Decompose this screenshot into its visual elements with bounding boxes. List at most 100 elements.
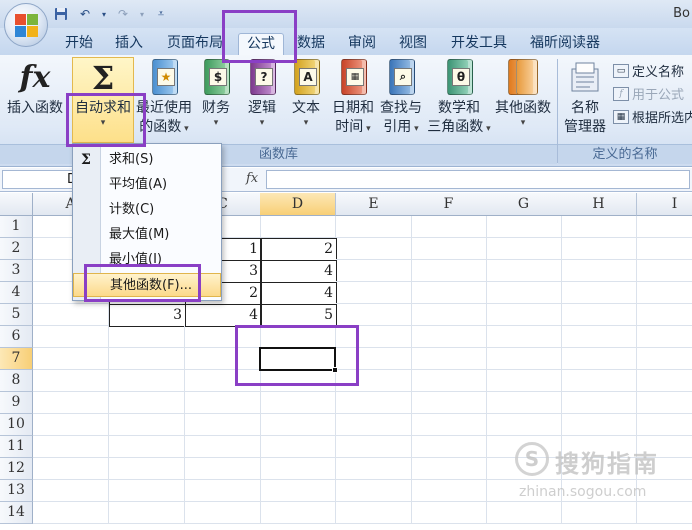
financial-button[interactable]: $ 财务 ▾ <box>194 57 238 128</box>
cell-b9[interactable] <box>109 392 185 414</box>
select-all-corner[interactable] <box>0 193 33 216</box>
cell-c9[interactable] <box>185 392 261 414</box>
cell-i2[interactable] <box>637 238 692 260</box>
cell-i14[interactable] <box>637 502 692 524</box>
cell-e13[interactable] <box>336 480 412 502</box>
cell-i10[interactable] <box>637 414 692 436</box>
cell-c13[interactable] <box>185 480 261 502</box>
column-header-e[interactable]: E <box>336 193 412 216</box>
row-header-8[interactable]: 8 <box>0 370 33 392</box>
save-icon[interactable] <box>52 5 70 23</box>
cell-d6[interactable] <box>260 326 336 348</box>
tab-foxit-reader[interactable]: 福昕阅读器 <box>526 33 604 55</box>
row-header-4[interactable]: 4 <box>0 282 33 304</box>
cell-h1[interactable] <box>561 216 637 238</box>
cell-g7[interactable] <box>486 348 562 370</box>
cell-f4[interactable] <box>411 282 487 304</box>
cell-b8[interactable] <box>109 370 185 392</box>
insert-function-button[interactable]: fx 插入函数 <box>2 57 68 118</box>
define-name-button[interactable]: ▭ 定义名称 <box>613 61 684 80</box>
date-time-button[interactable]: ▦ 日期和 时间 ▾ <box>330 57 376 137</box>
cell-i1[interactable] <box>637 216 692 238</box>
tab-view[interactable]: 视图 <box>394 33 432 55</box>
cell-e3[interactable] <box>336 260 412 282</box>
cell-e10[interactable] <box>336 414 412 436</box>
cell-e12[interactable] <box>336 458 412 480</box>
cell-i3[interactable] <box>637 260 692 282</box>
autosum-button[interactable]: Σ 自动求和 ▾ <box>72 57 134 128</box>
use-in-formula-button[interactable]: f 用于公式 <box>613 84 684 103</box>
cell-a10[interactable] <box>33 414 109 436</box>
cell-b11[interactable] <box>109 436 185 458</box>
row-header-3[interactable]: 3 <box>0 260 33 282</box>
cell-e14[interactable] <box>336 502 412 524</box>
cell-a14[interactable] <box>33 502 109 524</box>
cell-g8[interactable] <box>486 370 562 392</box>
redo-dropdown-icon[interactable]: ▾ <box>138 5 146 23</box>
cell-a5[interactable] <box>33 304 109 326</box>
menu-item-min[interactable]: 最小值(I) <box>73 248 221 272</box>
cell-f2[interactable] <box>411 238 487 260</box>
cell-h6[interactable] <box>561 326 637 348</box>
tab-home[interactable]: 开始 <box>60 33 98 55</box>
cell-a12[interactable] <box>33 458 109 480</box>
cell-d11[interactable] <box>260 436 336 458</box>
row-header-12[interactable]: 12 <box>0 458 33 480</box>
logical-button[interactable]: ? 逻辑 ▾ <box>242 57 282 128</box>
cell-g14[interactable] <box>486 502 562 524</box>
fill-handle[interactable] <box>332 367 338 373</box>
cell-g6[interactable] <box>486 326 562 348</box>
cell-d8[interactable] <box>260 370 336 392</box>
autosum-dropdown-icon[interactable]: ▾ <box>72 118 134 128</box>
cell-g4[interactable] <box>486 282 562 304</box>
cell-e11[interactable] <box>336 436 412 458</box>
cell-d2[interactable]: 2 <box>260 238 337 261</box>
cell-g10[interactable] <box>486 414 562 436</box>
column-header-g[interactable]: G <box>486 193 562 216</box>
cell-i4[interactable] <box>637 282 692 304</box>
cell-f8[interactable] <box>411 370 487 392</box>
insert-function-fx-icon[interactable]: fx <box>246 171 258 186</box>
cell-e6[interactable] <box>336 326 412 348</box>
cell-b7[interactable] <box>109 348 185 370</box>
cell-b10[interactable] <box>109 414 185 436</box>
cell-a9[interactable] <box>33 392 109 414</box>
row-header-5[interactable]: 5 <box>0 304 33 326</box>
column-header-i[interactable]: I <box>637 193 692 216</box>
tab-developer[interactable]: 开发工具 <box>446 33 512 55</box>
cell-g2[interactable] <box>486 238 562 260</box>
more-functions-button[interactable]: 其他函数 ▾ <box>492 57 554 128</box>
cell-e4[interactable] <box>336 282 412 304</box>
column-header-d[interactable]: D <box>260 193 336 216</box>
row-header-14[interactable]: 14 <box>0 502 33 524</box>
text-button[interactable]: A 文本 ▾ <box>286 57 326 128</box>
create-from-selection-button[interactable]: ▦ 根据所选内 <box>613 107 692 126</box>
cell-e5[interactable] <box>336 304 412 326</box>
cell-e1[interactable] <box>336 216 412 238</box>
cell-h7[interactable] <box>561 348 637 370</box>
cell-c10[interactable] <box>185 414 261 436</box>
cell-f7[interactable] <box>411 348 487 370</box>
cell-h8[interactable] <box>561 370 637 392</box>
cell-c5[interactable]: 4 <box>185 304 262 327</box>
cell-c6[interactable] <box>185 326 261 348</box>
cell-h9[interactable] <box>561 392 637 414</box>
cell-f5[interactable] <box>411 304 487 326</box>
cell-i6[interactable] <box>637 326 692 348</box>
cell-b12[interactable] <box>109 458 185 480</box>
cell-f13[interactable] <box>411 480 487 502</box>
cell-g3[interactable] <box>486 260 562 282</box>
cell-d14[interactable] <box>260 502 336 524</box>
cell-d12[interactable] <box>260 458 336 480</box>
menu-item-more-functions[interactable]: 其他函数(F)... <box>73 273 221 297</box>
row-header-6[interactable]: 6 <box>0 326 33 348</box>
cell-e9[interactable] <box>336 392 412 414</box>
recently-used-button[interactable]: ★ 最近使用 的函数 ▾ <box>134 57 194 137</box>
cell-g5[interactable] <box>486 304 562 326</box>
cell-i9[interactable] <box>637 392 692 414</box>
cell-f9[interactable] <box>411 392 487 414</box>
cell-f12[interactable] <box>411 458 487 480</box>
menu-item-sum[interactable]: Σ 求和(S) <box>73 148 221 172</box>
cell-c7[interactable] <box>185 348 261 370</box>
cell-h3[interactable] <box>561 260 637 282</box>
